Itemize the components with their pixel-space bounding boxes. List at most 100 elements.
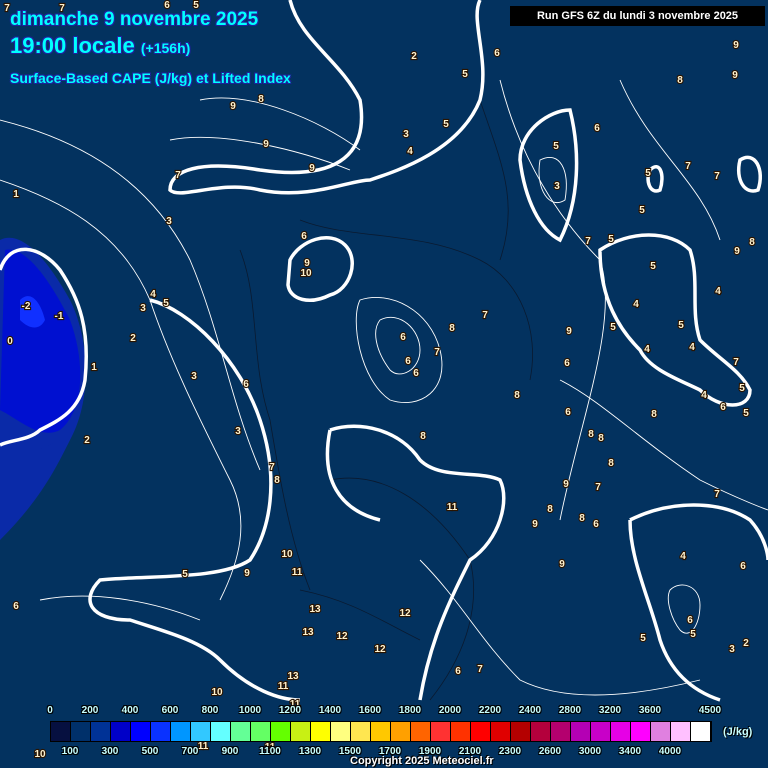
- map-label: 8: [449, 323, 455, 334]
- map-label: 5: [182, 569, 188, 580]
- map-label: 10: [34, 749, 46, 760]
- map-label: 8: [547, 504, 553, 515]
- map-label: 12: [399, 608, 411, 619]
- map-label: 10: [211, 687, 223, 698]
- map-label: 3: [140, 303, 146, 314]
- legend-tick-bottom: 100: [61, 746, 79, 757]
- map-label: 7: [585, 236, 591, 247]
- legend-swatch: [451, 722, 471, 741]
- legend-tick-bottom: 3000: [578, 746, 602, 757]
- map-label: 4: [633, 299, 639, 310]
- legend-swatch: [71, 722, 91, 741]
- legend-swatch: [671, 722, 691, 741]
- map-label: 5: [739, 383, 745, 394]
- legend-swatch: [691, 722, 711, 741]
- legend-swatch: [171, 722, 191, 741]
- run-info: Run GFS 6Z du lundi 3 novembre 2025: [510, 6, 765, 26]
- thick-contours: [0, 0, 768, 702]
- map-label: 5: [678, 320, 684, 331]
- legend-tick-bottom: 1700: [378, 746, 402, 757]
- legend-tick-top: 2400: [518, 705, 542, 716]
- map-label: 5: [639, 205, 645, 216]
- map-label: 9: [532, 519, 538, 530]
- map-label: 9: [563, 479, 569, 490]
- map-label: 9: [559, 559, 565, 570]
- legend-tick-bottom: 700: [181, 746, 199, 757]
- legend-tick-top: 2000: [438, 705, 462, 716]
- map-label: 7: [434, 347, 440, 358]
- map-label: 6: [494, 48, 500, 59]
- legend-tick-top: 3600: [638, 705, 662, 716]
- thin-contours: [0, 79, 768, 696]
- legend-swatch: [191, 722, 211, 741]
- legend-tick-top: 0: [47, 705, 53, 716]
- map-label: 6: [720, 402, 726, 413]
- legend-tick-bottom: 300: [101, 746, 119, 757]
- map-label: 5: [690, 629, 696, 640]
- legend-swatch: [131, 722, 151, 741]
- map-label: 8: [274, 475, 280, 486]
- legend-tick-bottom: 1100: [259, 746, 281, 757]
- map-label: 2: [84, 435, 90, 446]
- map-label: 11: [198, 741, 209, 752]
- map-label: 7: [595, 482, 601, 493]
- legend-swatch: [291, 722, 311, 741]
- legend-swatch: [311, 722, 331, 741]
- legend-swatch: [491, 722, 511, 741]
- legend-swatch: [411, 722, 431, 741]
- map-label: 6: [594, 123, 600, 134]
- map-label: 11: [278, 681, 289, 692]
- legend-tick-top: 400: [121, 705, 139, 716]
- map-label: 9: [732, 70, 738, 81]
- legend-swatch: [331, 722, 351, 741]
- map-label: 3: [191, 371, 197, 382]
- map-label: 6: [413, 368, 419, 379]
- color-legend: [50, 721, 712, 742]
- map-label: 9: [244, 568, 250, 579]
- map-label: 4: [701, 390, 707, 401]
- map-label: 6: [455, 666, 461, 677]
- legend-unit: (J/kg): [723, 726, 753, 738]
- cape-shading: [0, 237, 86, 540]
- legend-tick-top: 1800: [398, 705, 422, 716]
- map-label: 9: [566, 326, 572, 337]
- forecast-time: 19:00 locale (+156h): [10, 33, 190, 59]
- map-label: 8: [579, 513, 585, 524]
- legend-tick-bottom: 1500: [338, 746, 362, 757]
- map-label: 5: [462, 69, 468, 80]
- local-time: 19:00 locale: [10, 33, 135, 58]
- map-label: 2: [743, 638, 749, 649]
- map-label: 8: [749, 237, 755, 248]
- legend-tick-top: 1200: [278, 705, 302, 716]
- map-label: 8: [598, 433, 604, 444]
- map-label: 7: [175, 170, 181, 181]
- legend-swatch: [111, 722, 131, 741]
- legend-tick-top: 4500: [698, 705, 722, 716]
- map-label: 4: [644, 344, 650, 355]
- map-label: 10: [281, 549, 293, 560]
- legend-tick-bottom: 1900: [418, 746, 442, 757]
- map-label: 8: [514, 390, 520, 401]
- map-label: 8: [651, 409, 657, 420]
- map-label: 5: [610, 322, 616, 333]
- map-label: 7: [733, 357, 739, 368]
- legend-swatch: [431, 722, 451, 741]
- map-label: 6: [301, 231, 307, 242]
- legend-tick-top: 2200: [478, 705, 502, 716]
- map-label: 11: [292, 567, 303, 578]
- legend-tick-top: 600: [161, 705, 179, 716]
- map-label: 8: [608, 458, 614, 469]
- legend-swatch: [651, 722, 671, 741]
- legend-tick-top: 200: [81, 705, 99, 716]
- legend-tick-top: 2800: [558, 705, 582, 716]
- map-label: 5: [443, 119, 449, 130]
- map-label: 3: [729, 644, 735, 655]
- map-label: 6: [400, 332, 406, 343]
- map-label: 7: [482, 310, 488, 321]
- legend-swatch: [551, 722, 571, 741]
- legend-swatch: [531, 722, 551, 741]
- legend-swatch: [611, 722, 631, 741]
- cape-map: 7 7 6 5 2 6 5 9 8 9 9 8 9 9 7 3 4 5 6 5 …: [0, 0, 768, 761]
- map-label: 11: [447, 502, 458, 513]
- map-label: 5: [650, 261, 656, 272]
